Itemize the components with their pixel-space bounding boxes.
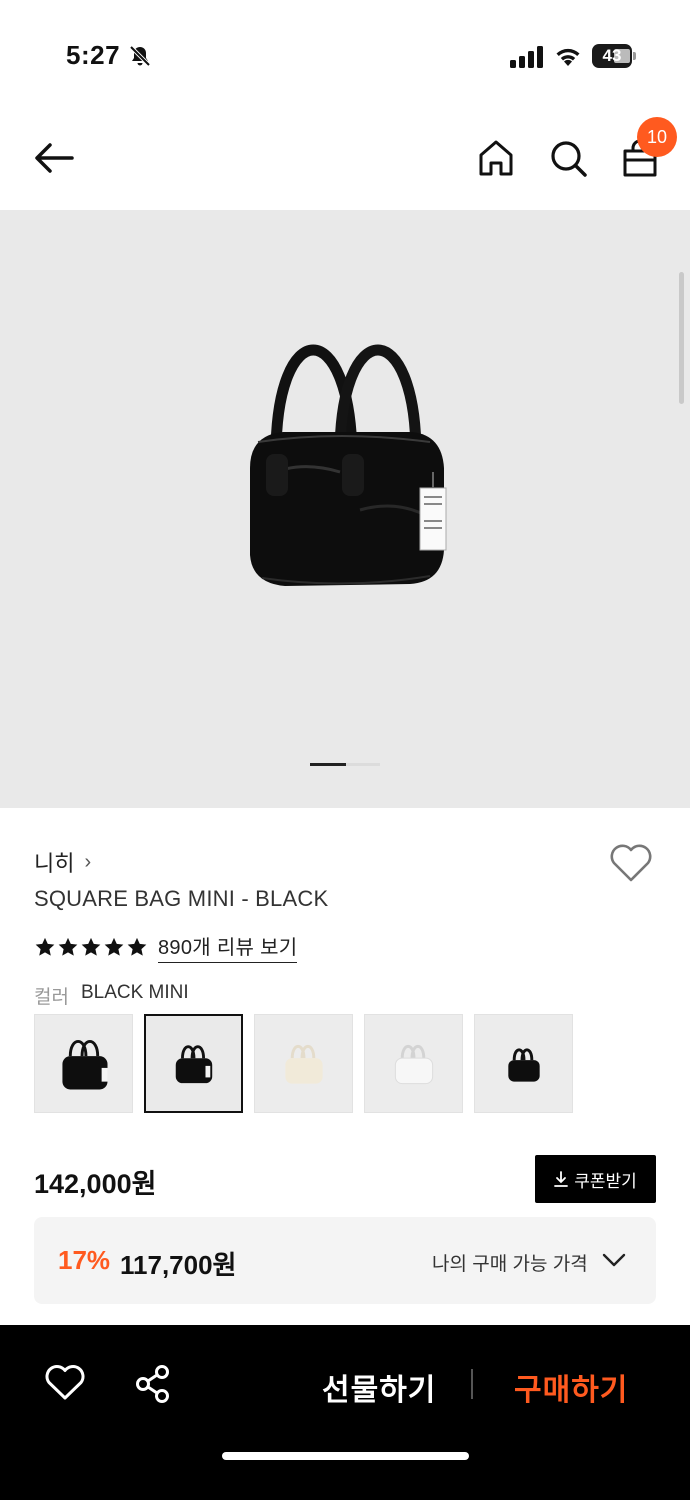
discount-rate: 17%	[58, 1245, 111, 1275]
chevron-right-icon: ›	[84, 850, 92, 873]
pager-track	[346, 763, 380, 766]
color-swatch-selected[interactable]	[144, 1014, 243, 1113]
original-price: 142,000원	[34, 1169, 157, 1199]
color-label: 컬러	[34, 987, 69, 1008]
rating-stars	[34, 936, 148, 958]
product-photo	[250, 344, 447, 586]
bag-thumbnail	[175, 1045, 213, 1084]
color-swatches	[34, 1014, 573, 1113]
review-link[interactable]: 890개 리뷰 보기	[158, 931, 298, 963]
bag-thumbnail	[285, 1044, 323, 1084]
color-swatch[interactable]	[254, 1014, 353, 1113]
pager-active-segment	[310, 763, 346, 766]
color-swatch[interactable]	[474, 1014, 573, 1113]
bell-off-icon	[129, 45, 151, 67]
bag-thumbnail	[62, 1040, 108, 1090]
battery-level: 43	[602, 46, 622, 65]
home-indicator[interactable]	[222, 1452, 469, 1460]
gift-button[interactable]: 선물하기	[322, 1365, 436, 1409]
chevron-down-icon[interactable]	[600, 1247, 628, 1273]
status-bar: 5:27 43	[0, 0, 690, 100]
brand-link[interactable]: 니히 ›	[34, 846, 91, 878]
wifi-icon	[556, 48, 580, 66]
color-row: 컬러 BLACK MINI	[34, 982, 189, 1009]
home-icon[interactable]	[474, 136, 518, 180]
back-arrow-icon[interactable]	[30, 136, 78, 180]
star-icon	[127, 937, 147, 956]
bottom-action-bar: 선물하기 구매하기	[0, 1325, 690, 1500]
scrollbar-thumb[interactable]	[679, 272, 684, 404]
color-value: BLACK MINI	[80, 982, 189, 1003]
color-swatch[interactable]	[364, 1014, 463, 1113]
star-icon	[58, 937, 78, 956]
status-time: 5:27	[66, 40, 121, 70]
share-icon[interactable]	[132, 1363, 174, 1405]
product-name: SQUARE BAG MINI - BLACK	[34, 886, 329, 911]
battery-indicator: 43	[592, 44, 636, 68]
cart-count-badge: 10	[637, 117, 677, 157]
top-nav	[0, 100, 690, 210]
star-icon	[35, 937, 55, 956]
rating-row: 890개 리뷰 보기	[34, 931, 298, 963]
bag-thumbnail	[394, 1044, 434, 1085]
color-swatch[interactable]	[34, 1014, 133, 1113]
my-price-label: 나의 구매 가능 가격	[432, 1254, 588, 1275]
signal-icon	[510, 46, 543, 68]
heart-icon[interactable]	[44, 1363, 86, 1403]
download-icon	[554, 1171, 569, 1187]
bag-thumbnail	[508, 1048, 540, 1082]
coupon-download-button[interactable]: 쿠폰받기	[535, 1155, 656, 1203]
coupon-label: 쿠폰받기	[574, 1171, 637, 1191]
brand-name: 니히	[34, 851, 75, 876]
heart-icon[interactable]	[608, 842, 654, 884]
star-icon	[81, 937, 101, 956]
image-pager	[310, 763, 380, 766]
buy-button[interactable]: 구매하기	[514, 1365, 628, 1409]
product-image-carousel[interactable]	[0, 210, 690, 808]
search-icon[interactable]	[546, 136, 590, 180]
divider	[471, 1369, 473, 1399]
discount-price-panel[interactable]: 17% 117,700원 나의 구매 가능 가격	[34, 1217, 656, 1304]
star-icon	[104, 937, 124, 956]
discount-price: 117,700원	[120, 1250, 237, 1280]
